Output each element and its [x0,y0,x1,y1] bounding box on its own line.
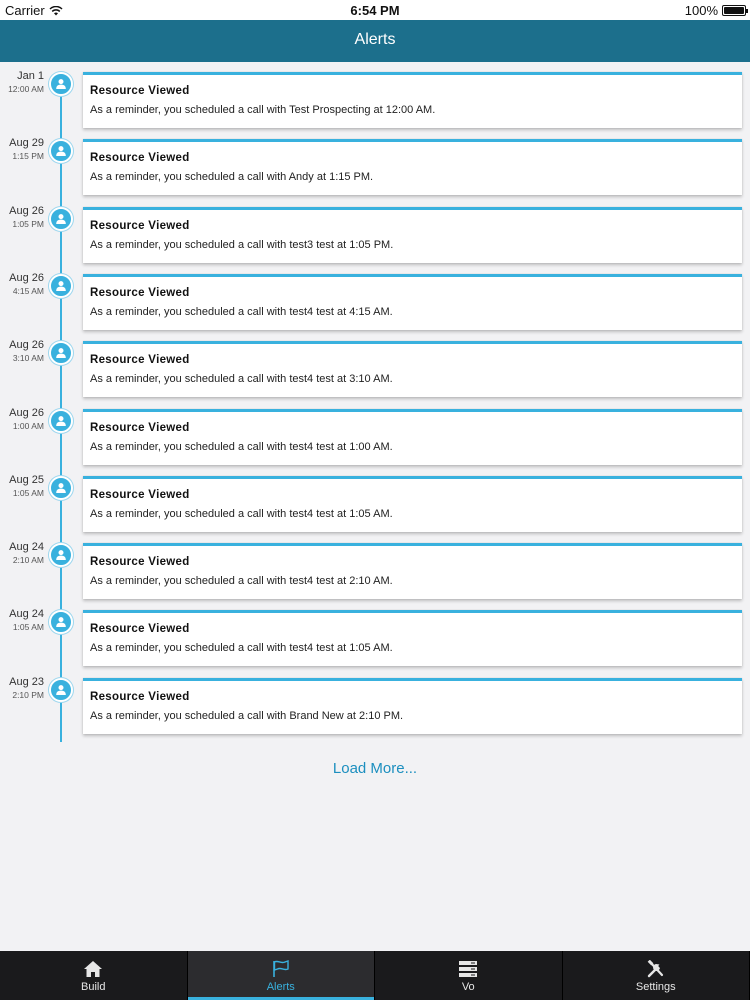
alert-time: 1:05 AM [12,487,44,498]
alert-date: Aug 26 [9,339,44,352]
alert-title: Resource Viewed [90,556,190,569]
alert-message: As a reminder, you scheduled a call with… [90,709,404,722]
alert-date: Aug 26 [9,406,44,419]
server-stack-icon [458,960,478,978]
alert-entry: Aug 26 3:10 AM Resource Viewed As a remi… [0,331,750,398]
alert-entry: Aug 25 1:05 AM Resource Viewed As a remi… [0,466,750,533]
alert-title: Resource Viewed [90,354,190,367]
alert-entry: Jan 1 12:00 AM Resource Viewed As a remi… [0,62,750,129]
alert-title: Resource Viewed [90,85,190,97]
alert-message: As a reminder, you scheduled a call with… [90,440,393,453]
user-icon [49,139,73,164]
alert-date: Aug 26 [9,204,44,217]
alert-date: Aug 24 [9,608,44,621]
tab-build[interactable]: Build [0,951,188,1000]
alert-entry: Aug 23 2:10 PM Resource Viewed As a remi… [0,668,750,735]
tab-bar: Build Alerts Vo Settings [0,951,750,1000]
battery-indicator: 100% [684,3,748,18]
alert-title: Resource Viewed [90,219,190,232]
alert-title: Resource Viewed [90,690,190,703]
user-icon [49,610,73,635]
alert-message: As a reminder, you scheduled a call with… [90,642,393,655]
tab-label: Alerts [266,981,295,993]
tab-label: Build [81,981,106,993]
alert-message: As a reminder, you scheduled a call with… [90,171,374,184]
tab-label: Vo [461,981,475,993]
alert-entry: Aug 26 4:15 AM Resource Viewed As a remi… [0,264,750,331]
alert-date: Aug 24 [9,541,44,554]
alert-message: As a reminder, you scheduled a call with… [90,104,436,116]
alert-card[interactable]: Resource Viewed As a reminder, you sched… [83,408,742,465]
alert-card[interactable]: Resource Viewed As a reminder, you sched… [83,273,742,330]
alert-title: Resource Viewed [90,152,190,165]
alert-message: As a reminder, you scheduled a call with… [90,373,393,386]
alert-card[interactable]: Resource Viewed As a reminder, you sched… [83,341,742,398]
alert-card[interactable]: Resource Viewed As a reminder, you sched… [83,206,742,263]
alert-card[interactable]: Resource Viewed As a reminder, you sched… [83,543,742,600]
alert-date: Aug 23 [9,675,44,688]
alert-entry: Aug 24 2:10 AM Resource Viewed As a remi… [0,533,750,600]
tab-vo[interactable]: Vo [375,951,563,1000]
alert-title: Resource Viewed [90,488,190,501]
battery-percent: 100% [684,3,718,18]
alert-card[interactable]: Resource Viewed As a reminder, you sched… [83,475,742,532]
alert-date: Aug 25 [9,473,44,486]
alert-time: 12:00 AM [8,84,44,94]
alert-date: Aug 26 [9,271,44,284]
alert-card[interactable]: Resource Viewed As a reminder, you sched… [83,677,742,734]
status-bar: Carrier 6:54 PM 100% [0,0,750,20]
alert-date: Jan 1 [17,70,44,82]
alert-date: Aug 29 [9,137,44,150]
user-icon [49,677,73,702]
tab-alerts[interactable]: Alerts [187,951,375,1000]
alert-time: 1:05 AM [12,622,44,633]
alert-entry: Aug 26 1:00 AM Resource Viewed As a remi… [0,399,750,466]
user-icon [49,341,73,366]
alert-time: 4:15 AM [12,285,44,296]
flag-icon [271,960,291,978]
user-icon [49,72,73,96]
alerts-timeline: Jan 1 12:00 AM Resource Viewed As a remi… [0,62,750,752]
user-icon [49,408,73,433]
nav-bar: Alerts [0,20,750,62]
alert-time: 3:10 AM [12,353,44,364]
alert-message: As a reminder, you scheduled a call with… [90,507,393,520]
page-title: Alerts [354,31,396,48]
user-icon [49,206,73,231]
battery-icon [722,5,748,16]
alert-title: Resource Viewed [90,286,190,299]
home-icon [83,960,103,978]
alert-card[interactable]: Resource Viewed As a reminder, you sched… [83,610,742,667]
alert-message: As a reminder, you scheduled a call with… [90,305,393,318]
user-icon [49,543,73,568]
alert-time: 1:00 AM [12,420,44,431]
alert-card[interactable]: Resource Viewed As a reminder, you sched… [83,139,742,196]
user-icon [49,475,73,500]
alert-message: As a reminder, you scheduled a call with… [90,238,394,251]
alert-card[interactable]: Resource Viewed As a reminder, you sched… [83,72,742,128]
alert-entry: Aug 24 1:05 AM Resource Viewed As a remi… [0,600,750,667]
tab-settings[interactable]: Settings [563,951,750,1000]
alert-entry: Aug 26 1:05 PM Resource Viewed As a remi… [0,197,750,264]
load-more-button[interactable]: Load More... [0,760,750,777]
alert-title: Resource Viewed [90,623,190,636]
alert-time: 1:15 PM [12,151,44,162]
tools-icon [646,959,666,978]
alert-title: Resource Viewed [90,421,190,434]
user-icon [49,273,73,298]
status-time: 6:54 PM [350,3,400,18]
alert-time: 2:10 AM [12,555,44,566]
tab-label: Settings [635,981,676,993]
alert-message: As a reminder, you scheduled a call with… [90,575,393,588]
alert-time: 2:10 PM [12,689,44,700]
alert-time: 1:05 PM [12,218,44,229]
alert-entry: Aug 29 1:15 PM Resource Viewed As a remi… [0,129,750,196]
